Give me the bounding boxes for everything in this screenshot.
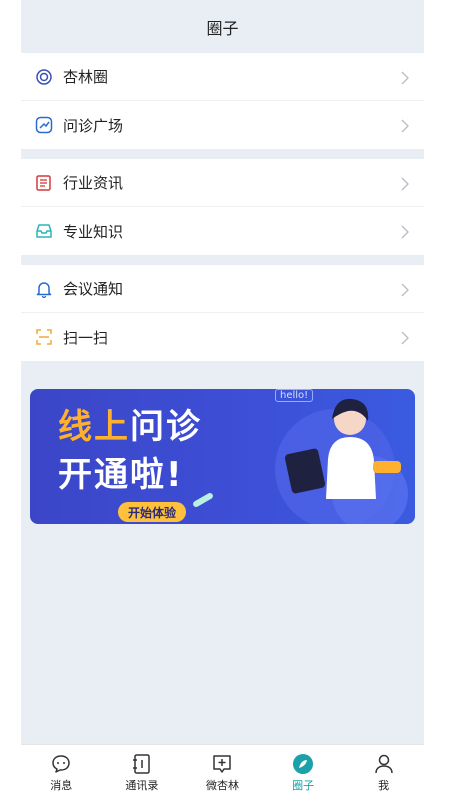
chevron-right-icon <box>400 224 410 239</box>
menu-item-wenzhen-guangchang[interactable]: 问诊广场 <box>21 101 424 149</box>
chevron-right-icon <box>400 282 410 296</box>
chevron-right-icon <box>400 330 410 345</box>
menu-item-label: 扫一扫 <box>63 328 109 347</box>
menu-item-label: 行业资讯 <box>63 174 124 192</box>
user-icon <box>373 753 395 775</box>
banner-title-line2: 开通啦! <box>58 455 184 495</box>
stethoscope-icon <box>35 116 53 134</box>
menu-item-label: 杏林圈 <box>63 68 109 86</box>
menu-item-zhuanye-zhishi[interactable]: 专业知识 <box>21 207 424 255</box>
menu-item-hangye-zixun[interactable]: 行业资讯 <box>21 159 424 207</box>
menu-item-xinglinquan[interactable]: 杏林圈 <box>21 53 424 101</box>
inbox-icon <box>35 222 53 240</box>
banner-title-line1: 线上问诊 <box>58 399 202 448</box>
menu-group-2: 行业资讯 专业知识 <box>21 159 424 255</box>
menu-item-label: 专业知识 <box>63 222 124 241</box>
promo-banner[interactable]: hello! 线上问诊 开通啦! 开始体验 <box>30 389 415 524</box>
banner-container: hello! 线上问诊 开通啦! 开始体验 <box>21 361 424 524</box>
bottom-tab-bar: 消息 通讯录 微杏林 圈子 我 <box>21 744 424 800</box>
contacts-icon <box>131 753 153 775</box>
tab-label: 微杏林 <box>205 778 239 792</box>
target-icon <box>35 68 53 86</box>
banner-title-part1: 线上 <box>58 407 130 447</box>
chat-icon <box>50 753 72 775</box>
tab-label: 消息 <box>50 778 73 792</box>
tab-label: 圈子 <box>292 778 315 792</box>
tab-me[interactable]: 我 <box>343 745 424 800</box>
start-experience-button[interactable]: 开始体验 <box>118 502 187 522</box>
scan-icon <box>35 328 53 346</box>
banner-title-part2: 问诊 <box>130 407 202 447</box>
app-screen: 圈子 杏林圈 问诊广场 行业资讯 专业知识 会议通知 扫一扫 hello! 线上… <box>21 0 424 800</box>
page-header: 圈子 <box>21 0 424 53</box>
menu-item-label: 问诊广场 <box>63 116 124 135</box>
page-title: 圈子 <box>206 18 239 38</box>
menu-item-label: 会议通知 <box>63 280 124 298</box>
tab-messages[interactable]: 消息 <box>21 745 102 800</box>
tab-weixinglin[interactable]: 微杏林 <box>182 745 263 800</box>
chevron-right-icon <box>400 176 410 190</box>
add-post-icon <box>211 753 233 775</box>
chevron-right-icon <box>400 118 410 133</box>
bell-icon <box>35 280 53 298</box>
hello-sticker: hello! <box>275 389 314 402</box>
menu-group-1: 杏林圈 问诊广场 <box>21 53 424 149</box>
compass-icon <box>292 753 314 775</box>
tab-label: 我 <box>378 778 390 792</box>
menu-item-huiyi-tongzhi[interactable]: 会议通知 <box>21 265 424 313</box>
tab-circle[interactable]: 圈子 <box>263 745 344 800</box>
menu-item-saoyisao[interactable]: 扫一扫 <box>21 313 424 361</box>
tab-contacts[interactable]: 通讯录 <box>102 745 183 800</box>
chevron-right-icon <box>400 70 410 84</box>
news-icon <box>35 174 53 192</box>
menu-group-3: 会议通知 扫一扫 <box>21 265 424 361</box>
tab-label: 通讯录 <box>125 778 159 792</box>
